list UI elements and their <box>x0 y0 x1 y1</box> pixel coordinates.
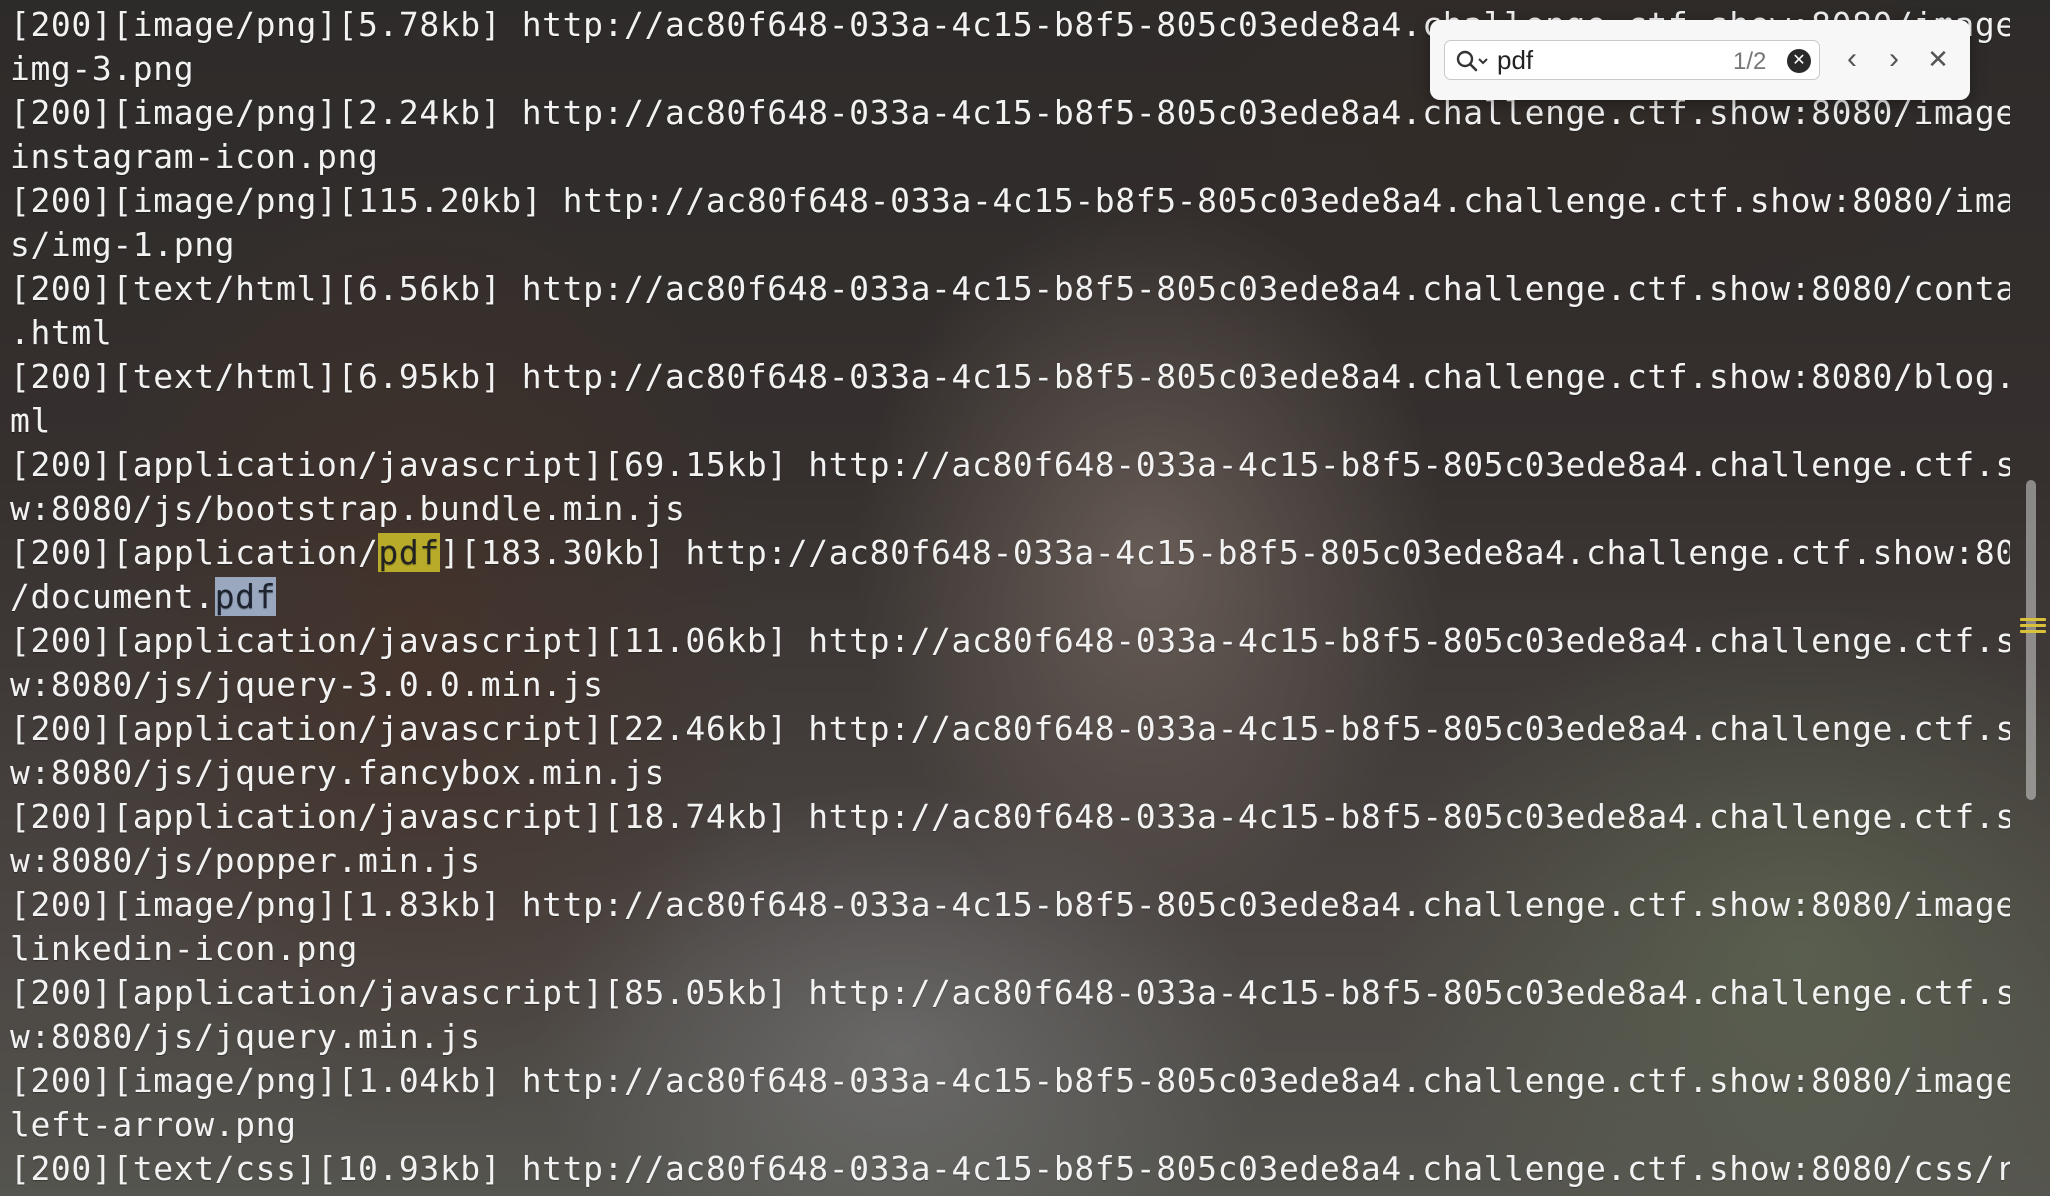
terminal-line: [200][application/javascript][69.15kb] h… <box>10 445 2010 484</box>
terminal-line: instagram-icon.png <box>10 137 379 176</box>
find-input[interactable] <box>1497 44 1707 76</box>
clear-icon[interactable]: ✕ <box>1787 49 1811 73</box>
terminal-line: left-arrow.png <box>10 1105 297 1144</box>
terminal-line: [200][image/png][115.20kb] http://ac80f6… <box>10 181 2010 220</box>
terminal-line: ml <box>10 401 51 440</box>
terminal-line: [200][application/pdf][183.30kb] http://… <box>10 533 2010 572</box>
terminal-line: /document.pdf <box>10 577 277 616</box>
search-match-markers <box>2020 618 2046 634</box>
terminal-line: .html <box>10 313 113 352</box>
terminal-line: [200][text/css][10.93kb] http://ac80f648… <box>10 1149 2010 1188</box>
terminal-line: w:8080/js/jquery.fancybox.min.js <box>10 753 665 792</box>
terminal-line: [200][application/javascript][11.06kb] h… <box>10 621 2010 660</box>
terminal-line: [200][application/javascript][85.05kb] h… <box>10 973 2010 1012</box>
search-match: pdf <box>214 577 277 616</box>
find-bar: 1/2 ✕ ‹ › ✕ <box>1430 20 1970 100</box>
terminal-line: [200][application/javascript][22.46kb] h… <box>10 709 2010 748</box>
match-count: 1/2 <box>1733 48 1767 75</box>
terminal-output[interactable]: [200][image/png][5.78kb] http://ac80f648… <box>0 0 2010 1196</box>
terminal-line: w:8080/js/jquery-3.0.0.min.js <box>10 665 604 704</box>
terminal-line: [200][image/png][1.04kb] http://ac80f648… <box>10 1061 2010 1100</box>
terminal-line: w:8080/js/bootstrap.bundle.min.js <box>10 489 686 528</box>
search-match: pdf <box>378 533 440 572</box>
terminal-line: s/img-1.png <box>10 225 236 264</box>
terminal-line: [200][text/html][6.95kb] http://ac80f648… <box>10 357 2010 396</box>
terminal-line: [200][application/javascript][18.74kb] h… <box>10 797 2010 836</box>
find-field[interactable]: 1/2 ✕ <box>1444 40 1820 80</box>
scrollbar-thumb[interactable] <box>2026 480 2036 800</box>
terminal-line: [200][text/html][6.56kb] http://ac80f648… <box>10 269 2010 308</box>
terminal-line: w:8080/js/jquery.min.js <box>10 1017 481 1056</box>
terminal-line: w:8080/js/popper.min.js <box>10 841 481 880</box>
close-icon[interactable]: ✕ <box>1920 42 1956 78</box>
chevron-left-icon[interactable]: ‹ <box>1834 42 1870 78</box>
terminal-line: [200][image/png][1.83kb] http://ac80f648… <box>10 885 2010 924</box>
chevron-right-icon[interactable]: › <box>1876 42 1912 78</box>
search-options-icon[interactable] <box>1455 49 1491 73</box>
terminal-line: linkedin-icon.png <box>10 929 358 968</box>
